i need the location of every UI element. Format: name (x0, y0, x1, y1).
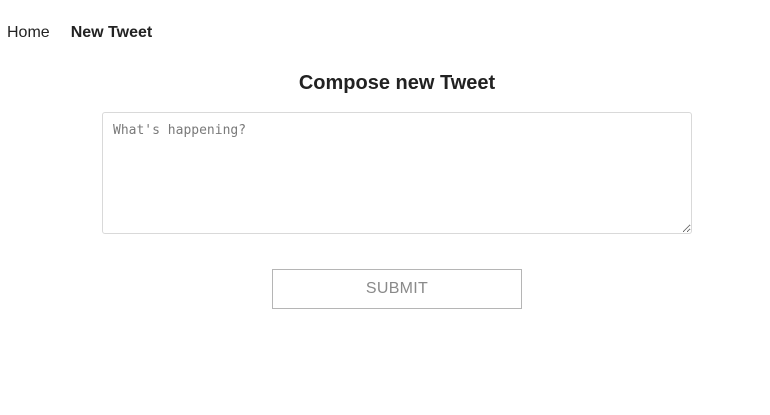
submit-button[interactable]: SUBMIT (272, 269, 522, 309)
nav-home-link[interactable]: Home (7, 23, 50, 43)
nav-new-tweet-link[interactable]: New Tweet (71, 23, 153, 43)
tweet-compose-textarea[interactable] (102, 112, 692, 234)
page: Home New Tweet Compose new Tweet SUBMIT (0, 0, 770, 415)
page-title: Compose new Tweet (298, 72, 496, 94)
top-nav: Home New Tweet (7, 23, 152, 43)
